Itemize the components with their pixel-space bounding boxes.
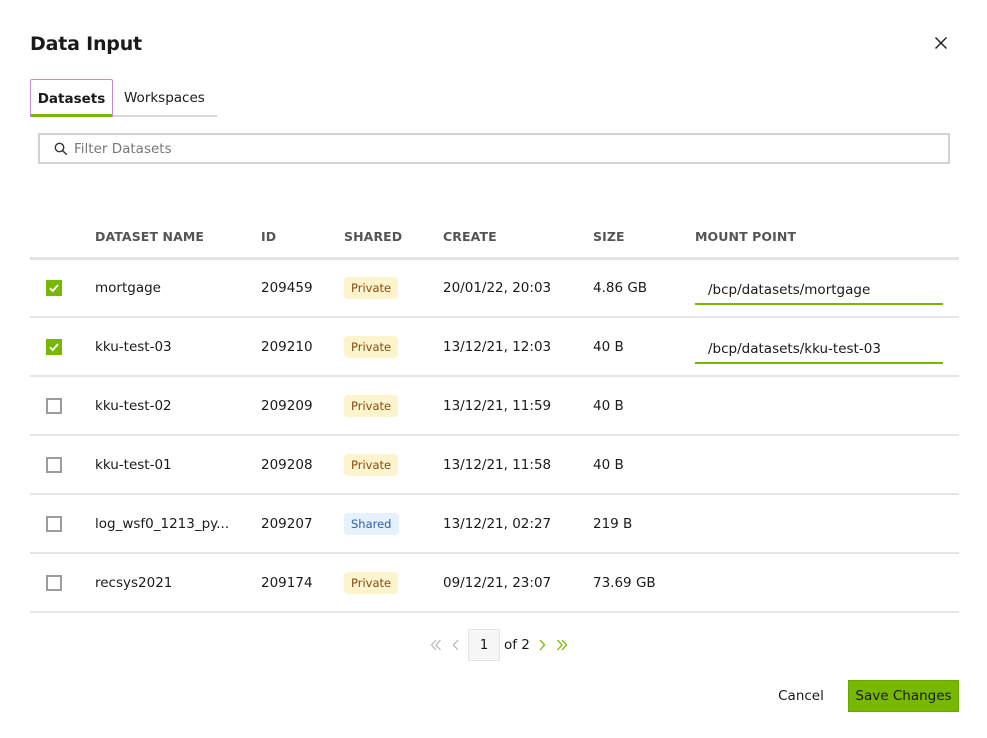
- row-select-checkbox[interactable]: [46, 574, 62, 591]
- sharing-status-badge: Private: [344, 571, 399, 594]
- save-changes-button[interactable]: Save Changes: [848, 680, 959, 712]
- table-row[interactable]: kku-test-01 209208 Private 13/12/21, 11:58 4…: [30, 435, 959, 495]
- sharing-status-badge: Shared: [344, 512, 399, 535]
- row-select-checkbox[interactable]: [46, 397, 62, 414]
- column-header-mount-point: MOUNT POINT: [695, 216, 959, 260]
- row-select-checkbox[interactable]: [46, 338, 62, 355]
- dataset-size: 40 B: [593, 435, 695, 495]
- cancel-button[interactable]: Cancel: [768, 680, 834, 712]
- dataset-id: 209208: [261, 435, 344, 495]
- datasets-table: DATASET NAME ID SHARED CREATE SIZE MOUNT…: [30, 216, 959, 613]
- sharing-status-badge: Private: [344, 335, 399, 358]
- tab-bar: Datasets Workspaces: [30, 79, 217, 117]
- dataset-name: kku-test-03: [95, 317, 261, 377]
- sharing-status-badge: Private: [344, 276, 399, 299]
- mount-point-input[interactable]: [695, 276, 943, 305]
- column-header-select: [30, 216, 95, 260]
- current-page-input[interactable]: 1: [468, 629, 500, 661]
- dataset-id: 209209: [261, 376, 344, 436]
- table-row[interactable]: kku-test-03 209210 Private 13/12/21, 12:03 4…: [30, 317, 959, 377]
- table-header-row: DATASET NAME ID SHARED CREATE SIZE MOUNT…: [30, 216, 959, 260]
- dataset-size: 40 B: [593, 317, 695, 377]
- page-total-label: of 2: [504, 637, 530, 653]
- close-button[interactable]: [932, 34, 950, 52]
- dataset-id: 209210: [261, 317, 344, 377]
- filter-datasets-search: [38, 133, 950, 164]
- dataset-created: 20/01/22, 20:03: [443, 258, 593, 318]
- dataset-name: recsys2021: [95, 553, 261, 613]
- filter-datasets-input[interactable]: [74, 140, 934, 157]
- table-row[interactable]: recsys2021 209174 Private 09/12/21, 23:07 73…: [30, 553, 959, 613]
- chevron-right-icon: [539, 639, 546, 651]
- dataset-created: 09/12/21, 23:07: [443, 553, 593, 613]
- dialog-title: Data Input: [30, 33, 142, 55]
- previous-page-button[interactable]: [446, 635, 466, 655]
- pagination: 1 of 2: [426, 629, 572, 661]
- dataset-size: 219 B: [593, 494, 695, 554]
- dataset-name: mortgage: [95, 258, 261, 318]
- sharing-status-badge: Private: [344, 453, 399, 476]
- mount-point-input[interactable]: [695, 335, 943, 364]
- dataset-size: 4.86 GB: [593, 258, 695, 318]
- dataset-name: kku-test-02: [95, 376, 261, 436]
- dataset-id: 209174: [261, 553, 344, 613]
- last-page-button[interactable]: [552, 635, 572, 655]
- dataset-name: kku-test-01: [95, 435, 261, 495]
- dataset-size: 73.69 GB: [593, 553, 695, 613]
- table-row[interactable]: log_wsf0_1213_py... 209207 Shared 13/12/21,…: [30, 494, 959, 554]
- first-page-button[interactable]: [426, 635, 446, 655]
- checkmark-icon: [49, 342, 59, 351]
- checkmark-icon: [49, 284, 59, 293]
- dataset-created: 13/12/21, 02:27: [443, 494, 593, 554]
- dataset-id: 209207: [261, 494, 344, 554]
- dataset-name: log_wsf0_1213_py...: [95, 494, 261, 554]
- table-row[interactable]: mortgage 209459 Private 20/01/22, 20:03 4.86…: [30, 258, 959, 318]
- close-icon: [934, 36, 948, 50]
- dataset-created: 13/12/21, 12:03: [443, 317, 593, 377]
- tab-datasets[interactable]: Datasets: [30, 79, 113, 117]
- chevron-left-icon: [452, 639, 459, 651]
- row-select-checkbox[interactable]: [46, 456, 62, 473]
- sharing-status-badge: Private: [344, 394, 399, 417]
- tab-workspaces[interactable]: Workspaces: [113, 79, 217, 117]
- dataset-id: 209459: [261, 258, 344, 318]
- table-row[interactable]: kku-test-02 209209 Private 13/12/21, 11:59 4…: [30, 376, 959, 436]
- dataset-size: 40 B: [593, 376, 695, 436]
- column-header-shared[interactable]: SHARED: [344, 216, 443, 260]
- double-chevron-left-icon: [430, 639, 441, 651]
- double-chevron-right-icon: [556, 639, 568, 651]
- column-header-size[interactable]: SIZE: [593, 216, 695, 260]
- dataset-created: 13/12/21, 11:58: [443, 435, 593, 495]
- column-header-create[interactable]: CREATE: [443, 216, 593, 260]
- dataset-created: 13/12/21, 11:59: [443, 376, 593, 436]
- row-select-checkbox[interactable]: [46, 279, 62, 296]
- row-select-checkbox[interactable]: [46, 515, 62, 532]
- next-page-button[interactable]: [532, 635, 552, 655]
- column-header-dataset-name[interactable]: DATASET NAME: [95, 216, 261, 260]
- column-header-id[interactable]: ID: [261, 216, 344, 260]
- search-icon: [54, 142, 68, 155]
